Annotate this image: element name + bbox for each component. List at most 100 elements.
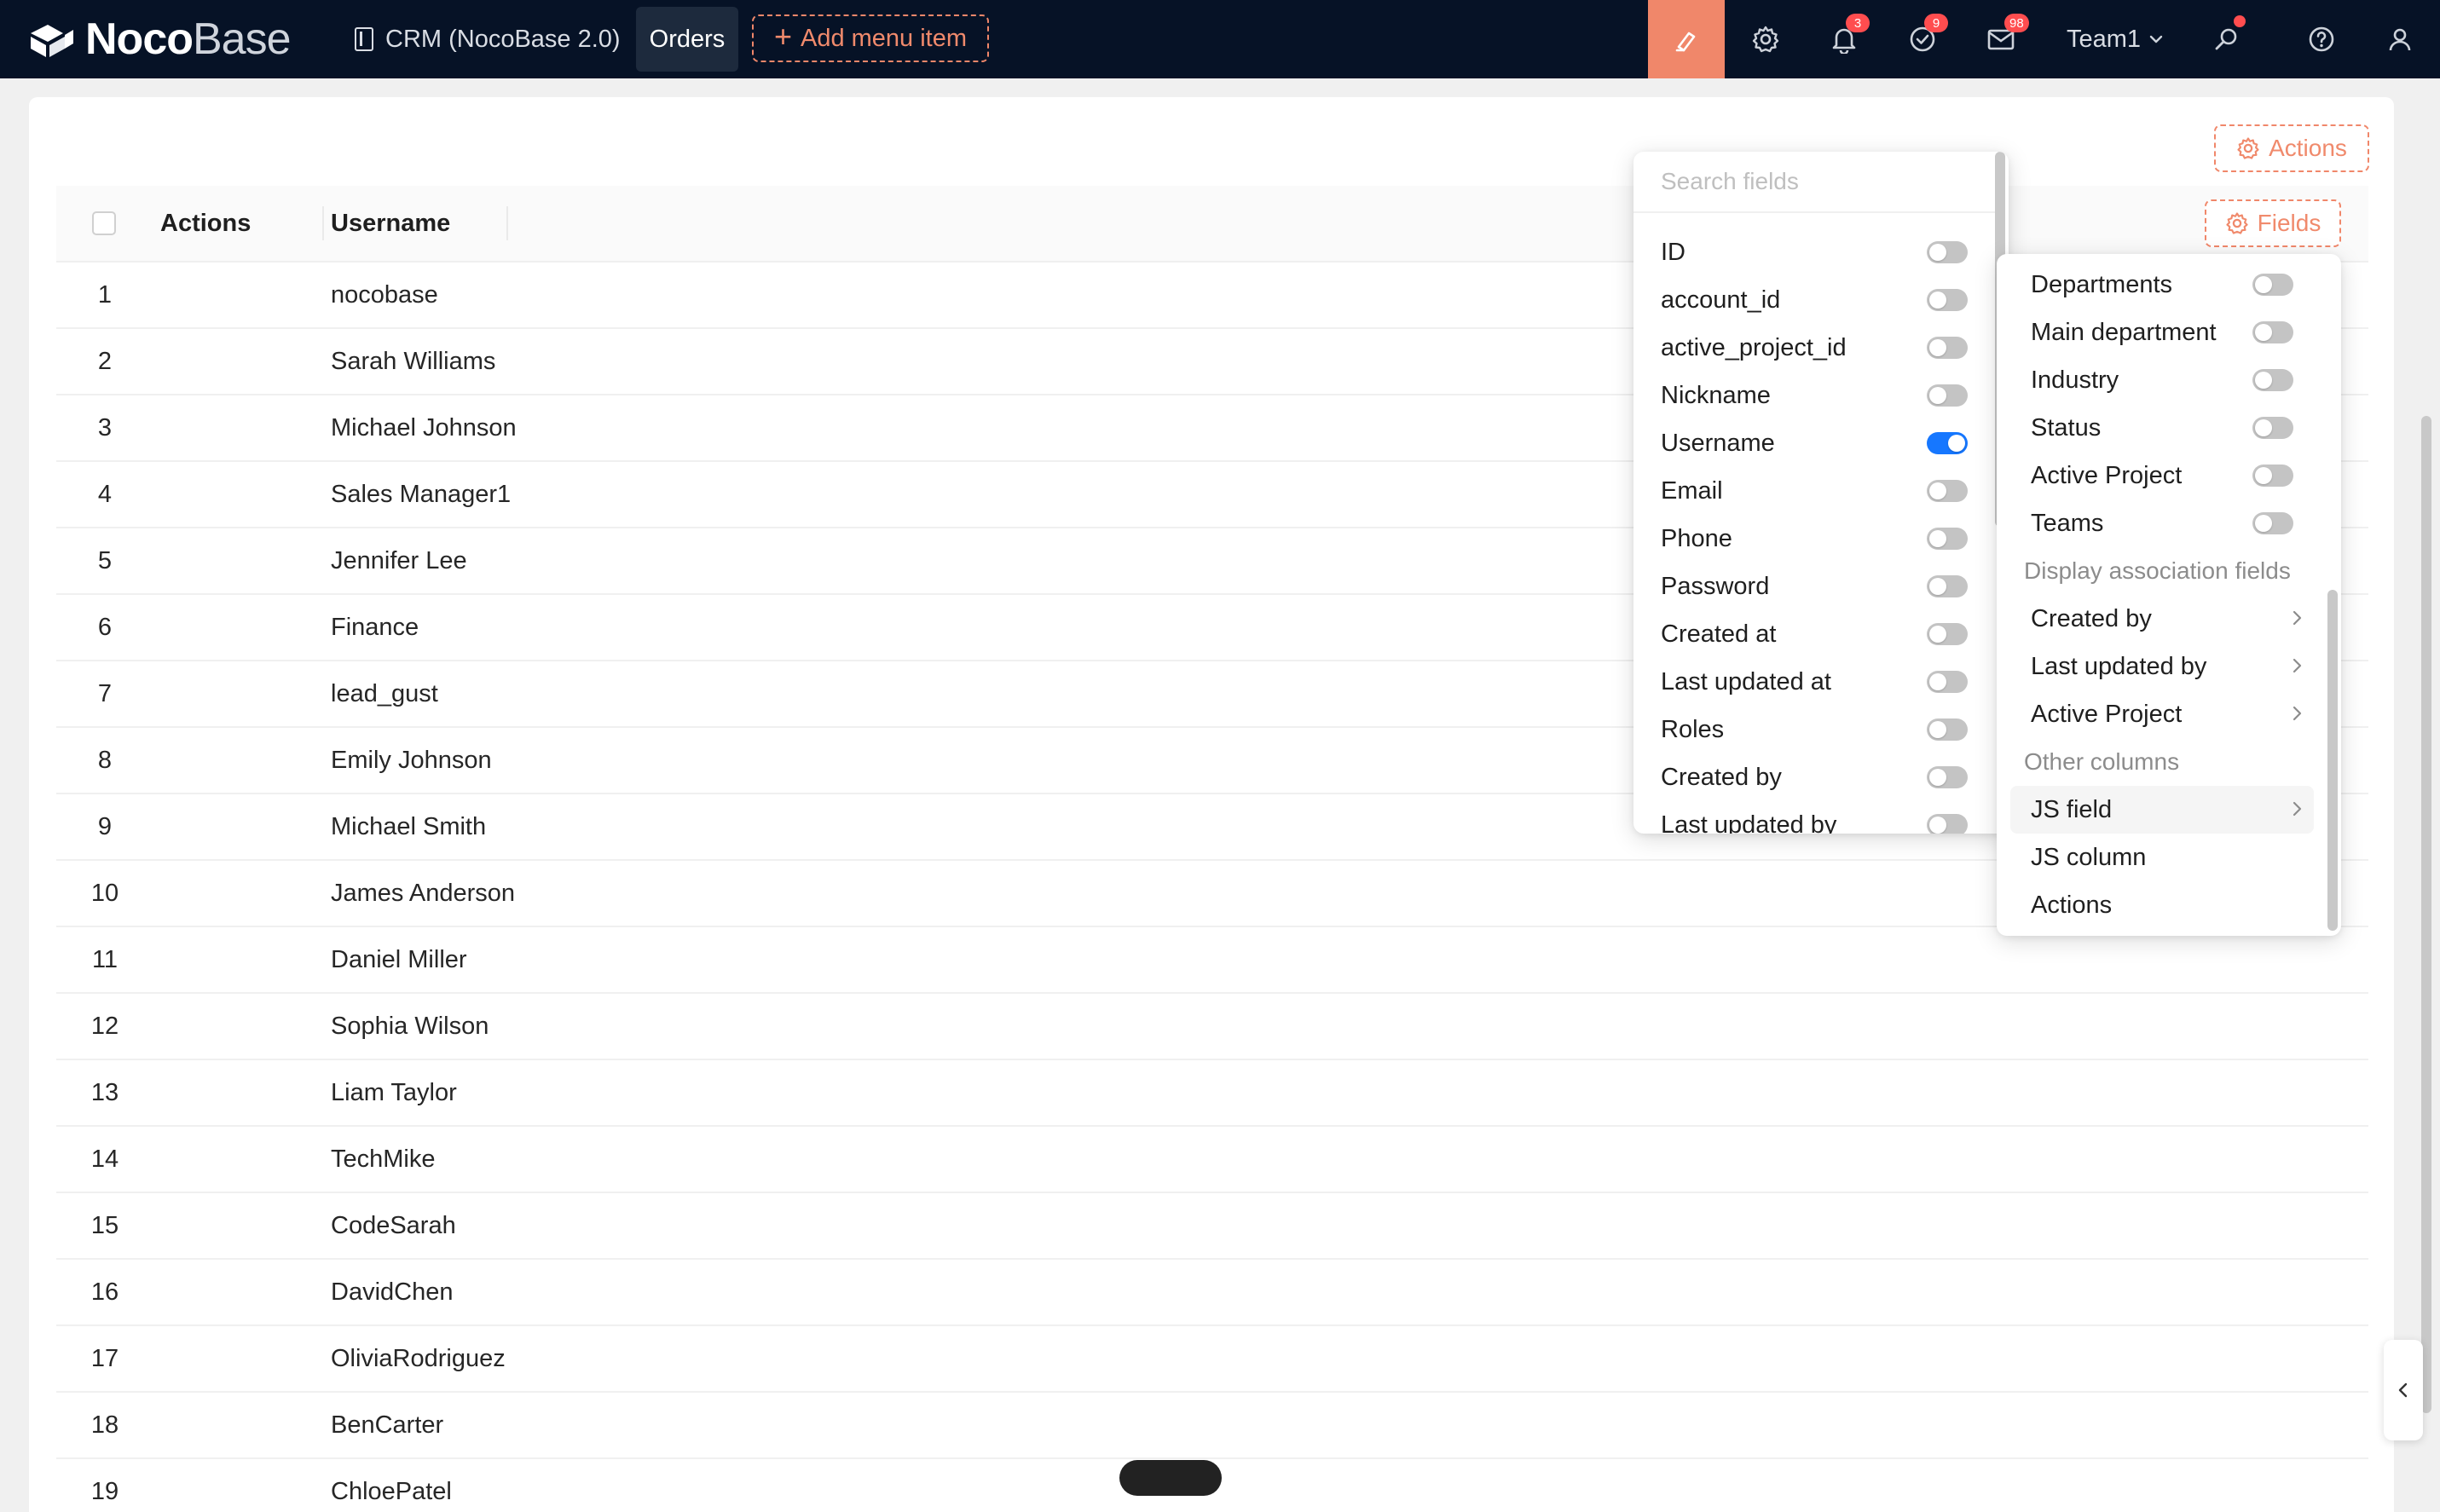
row-index: 12 — [90, 1012, 119, 1040]
submenu-item-status[interactable]: Status — [1997, 404, 2327, 452]
field-item-created-at[interactable]: Created at — [1633, 610, 1995, 658]
table-row[interactable]: 12 Sophia Wilson — [56, 994, 2368, 1060]
field-toggle-switch[interactable] — [1927, 432, 1968, 454]
submenu-scrollbar[interactable] — [2327, 590, 2338, 931]
username-cell: Jennifer Lee — [331, 546, 467, 574]
field-item-id[interactable]: ID — [1633, 228, 1995, 276]
group-title-other-columns: Other columns — [2024, 748, 2180, 775]
field-toggle-switch[interactable] — [1927, 814, 1968, 834]
field-item-nickname[interactable]: Nickname — [1633, 372, 1995, 419]
table-row[interactable]: 14 TechMike — [56, 1127, 2368, 1193]
field-item-password[interactable]: Password — [1633, 563, 1995, 610]
table-row[interactable]: 18 BenCarter — [56, 1393, 2368, 1459]
notifications-button[interactable]: 3 — [1827, 14, 1870, 56]
field-item-active-project-id[interactable]: active_project_id — [1633, 324, 1995, 372]
nocobase-logo[interactable]: NocoBase — [26, 14, 292, 64]
submenu-item-active-project-association[interactable]: Active Project — [1997, 690, 2327, 738]
column-header-actions[interactable]: Actions — [160, 186, 251, 261]
table-row[interactable]: 16 DavidChen — [56, 1260, 2368, 1326]
field-item-account-id[interactable]: account_id — [1633, 276, 1995, 324]
field-toggle-switch[interactable] — [1927, 241, 1968, 263]
submenu-item-active-project[interactable]: Active Project — [1997, 452, 2327, 499]
submenu-item-actions[interactable]: Actions — [1997, 881, 2327, 929]
submenu-item-js-column[interactable]: JS column — [1997, 834, 2327, 881]
field-item-last-updated-at[interactable]: Last updated at — [1633, 658, 1995, 706]
page-icon — [355, 27, 373, 51]
row-index: 14 — [90, 1145, 119, 1173]
submenu-item-last-updated-by[interactable]: Last updated by — [1997, 643, 2327, 690]
field-item-email[interactable]: Email — [1633, 467, 1995, 515]
table-row[interactable]: 11 Daniel Miller — [56, 927, 2368, 994]
field-toggle-switch[interactable] — [2252, 465, 2293, 487]
row-index: 13 — [90, 1078, 119, 1106]
submenu-item-js-field[interactable]: JS field — [2010, 786, 2314, 834]
submenu-item-teams[interactable]: Teams — [1997, 499, 2327, 547]
chevron-left-icon — [2398, 1382, 2408, 1398]
search-indicator-dot — [2234, 15, 2246, 27]
field-item-phone[interactable]: Phone — [1633, 515, 1995, 563]
chevron-down-icon — [2149, 35, 2163, 43]
field-item-last-updated-by[interactable]: Last updated by — [1633, 801, 1995, 834]
field-toggle-switch[interactable] — [2252, 321, 2293, 343]
column-divider — [506, 206, 508, 240]
column-header-username[interactable]: Username — [331, 186, 450, 261]
field-toggle-switch[interactable] — [2252, 274, 2293, 296]
field-toggle-switch[interactable] — [1927, 575, 1968, 597]
submenu-item-industry[interactable]: Industry — [1997, 356, 2327, 404]
submenu-label: Last updated by — [2031, 652, 2207, 680]
row-index: 16 — [90, 1278, 119, 1306]
table-row[interactable]: 15 CodeSarah — [56, 1193, 2368, 1260]
collapse-panel-button[interactable] — [2384, 1340, 2423, 1440]
page-scrollbar[interactable] — [2421, 416, 2431, 1413]
field-toggle-switch[interactable] — [1927, 623, 1968, 645]
team-switcher[interactable]: Team1 — [2067, 19, 2165, 60]
field-toggle-switch[interactable] — [2252, 369, 2293, 391]
search-fields-box — [1633, 152, 1995, 213]
submenu-item-created-by[interactable]: Created by — [1997, 595, 2327, 643]
field-toggle-switch[interactable] — [1927, 289, 1968, 311]
table-row[interactable]: 13 Liam Taylor — [56, 1060, 2368, 1127]
add-menu-item-button[interactable]: + Add menu item — [752, 14, 989, 62]
row-index: 8 — [97, 746, 113, 774]
actions-config-button[interactable]: Actions — [2214, 124, 2369, 172]
field-toggle-switch[interactable] — [1927, 528, 1968, 550]
field-toggle-switch[interactable] — [1927, 337, 1968, 359]
row-index: 4 — [97, 480, 113, 508]
submenu-label: Actions — [2031, 891, 2113, 919]
field-toggle-switch[interactable] — [1927, 718, 1968, 741]
field-toggle-switch[interactable] — [1927, 671, 1968, 693]
table-row[interactable]: 17 OliviaRodriguez — [56, 1326, 2368, 1393]
add-menu-item-label: Add menu item — [800, 24, 968, 52]
field-item-username[interactable]: Username — [1633, 419, 1995, 467]
field-label: Created by — [1661, 763, 1782, 791]
search-fields-input[interactable] — [1661, 168, 1985, 195]
help-button[interactable] — [2304, 22, 2339, 56]
submenu-label: Active Project — [2031, 461, 2183, 489]
field-toggle-switch[interactable] — [1927, 384, 1968, 407]
settings-button[interactable] — [1749, 22, 1783, 56]
mail-button[interactable]: 98 — [1984, 14, 2029, 56]
chevron-right-icon — [2293, 610, 2302, 626]
ui-editor-button[interactable] — [1648, 0, 1725, 78]
nav-item-orders[interactable]: Orders — [636, 7, 738, 72]
submenu-list: Departments Main department Industry Sta… — [1997, 261, 2327, 929]
field-label: Phone — [1661, 524, 1732, 552]
search-button[interactable] — [2210, 15, 2246, 56]
submenu-item-main-department[interactable]: Main department — [1997, 309, 2327, 356]
submenu-label: JS field — [2031, 795, 2113, 823]
gear-icon — [2237, 137, 2259, 159]
submenu-item-departments[interactable]: Departments — [1997, 261, 2327, 309]
field-toggle-switch[interactable] — [1927, 480, 1968, 502]
username-cell: CodeSarah — [331, 1211, 456, 1239]
field-toggle-switch[interactable] — [2252, 417, 2293, 439]
field-item-created-by[interactable]: Created by — [1633, 753, 1995, 801]
field-toggle-switch[interactable] — [1927, 766, 1968, 788]
user-menu-button[interactable] — [2383, 22, 2417, 56]
field-toggle-switch[interactable] — [2252, 512, 2293, 534]
tasks-button[interactable]: 9 — [1905, 14, 1948, 56]
chevron-right-icon — [2293, 801, 2302, 817]
nav-item-crm[interactable]: CRM (NocoBase 2.0) — [355, 19, 621, 60]
select-all-checkbox[interactable] — [92, 211, 116, 235]
field-item-roles[interactable]: Roles — [1633, 706, 1995, 753]
fields-config-button[interactable]: Fields — [2205, 199, 2341, 247]
